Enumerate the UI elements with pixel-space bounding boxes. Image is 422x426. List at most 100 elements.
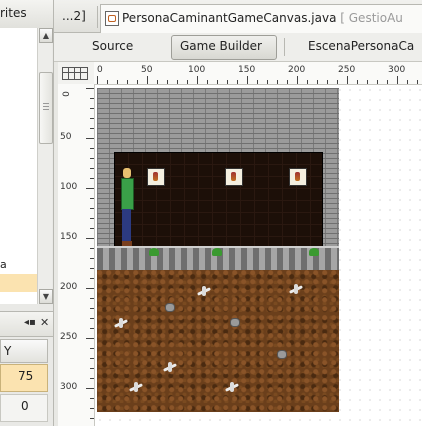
ruler-tick bbox=[317, 80, 318, 84]
game-scene[interactable] bbox=[97, 88, 339, 412]
ruler-tick bbox=[90, 258, 94, 259]
view-separator bbox=[284, 38, 285, 56]
grid-icon[interactable] bbox=[62, 67, 88, 80]
torch-sign bbox=[225, 168, 243, 186]
character-legs bbox=[122, 209, 132, 246]
bone-sprite bbox=[114, 318, 128, 328]
tab-previous[interactable]: ...2] bbox=[56, 0, 96, 32]
chevron-up-icon[interactable]: ▲ bbox=[39, 28, 53, 43]
ruler-label: 0 bbox=[97, 65, 103, 75]
ruler-tick bbox=[90, 98, 94, 99]
ruler-tick bbox=[197, 76, 198, 84]
favorites-header[interactable]: rites bbox=[0, 0, 53, 29]
ruler-tick bbox=[117, 80, 118, 84]
ruler-tick bbox=[127, 80, 128, 84]
chevron-down-icon[interactable]: ▼ bbox=[39, 289, 53, 304]
scene-view-button[interactable]: EscenaPersonaCa bbox=[300, 33, 422, 60]
plant-sprite bbox=[309, 248, 319, 256]
horizontal-ruler: 0 50 100 150 200 250 300 bbox=[94, 62, 422, 85]
bone-sprite bbox=[163, 362, 177, 372]
bone-sprite bbox=[129, 382, 143, 392]
ruler-tick bbox=[86, 388, 94, 389]
ruler-tick bbox=[86, 338, 94, 339]
character-body bbox=[121, 178, 134, 210]
game-builder-label: Game Builder bbox=[180, 39, 262, 53]
tab-project-name: [ GestioAu bbox=[340, 11, 403, 25]
ruler-tick bbox=[90, 298, 94, 299]
tab-file-name: PersonaCaminantGameCanvas.java bbox=[122, 11, 337, 25]
ruler-tick bbox=[90, 198, 94, 199]
properties-header: ◂▪ ✕ bbox=[0, 311, 53, 337]
tab-active-file[interactable]: PersonaCaminantGameCanvas.java [ GestioA… bbox=[100, 4, 422, 33]
ruler-tick bbox=[137, 80, 138, 84]
favorites-scrollbar[interactable]: ▲ ▼ bbox=[37, 28, 53, 304]
ruler-tick bbox=[90, 128, 94, 129]
ruler-tick bbox=[297, 76, 298, 84]
ruler-tick bbox=[90, 168, 94, 169]
torch-sign bbox=[147, 168, 165, 186]
torch-sign bbox=[289, 168, 307, 186]
plant-sprite bbox=[212, 248, 222, 256]
ruler-tick bbox=[90, 228, 94, 229]
ruler-label: 50 bbox=[141, 65, 153, 75]
property-value-cell[interactable]: 75 bbox=[0, 364, 48, 392]
ruler-tick bbox=[367, 80, 368, 84]
ruler-tick bbox=[147, 76, 148, 84]
ruler-label: 200 bbox=[60, 282, 78, 292]
ruler-tick bbox=[90, 208, 94, 209]
room-interior bbox=[114, 152, 323, 248]
scrollbar-thumb[interactable] bbox=[39, 72, 53, 144]
favorites-selected-row[interactable] bbox=[0, 274, 37, 292]
walking-character-sprite[interactable] bbox=[119, 168, 135, 246]
ruler-tick bbox=[157, 80, 158, 84]
ruler-tick bbox=[90, 108, 94, 109]
java-file-icon bbox=[105, 11, 119, 26]
ruler-tick bbox=[347, 76, 348, 84]
ruler-tick bbox=[90, 158, 94, 159]
ruler-tick bbox=[307, 80, 308, 84]
ruler-label: 250 bbox=[60, 332, 78, 342]
ruler-tick bbox=[86, 138, 94, 139]
ruler-tick bbox=[90, 358, 94, 359]
ruler-tick bbox=[90, 268, 94, 269]
ruler-tick bbox=[177, 80, 178, 84]
ruler-tick bbox=[257, 80, 258, 84]
ruler-tick bbox=[387, 80, 388, 84]
ruler-tick bbox=[277, 80, 278, 84]
ruler-tick bbox=[357, 80, 358, 84]
ruler-label: 250 bbox=[338, 65, 356, 75]
property-value-cell[interactable]: 0 bbox=[0, 394, 48, 422]
ruler-tick bbox=[90, 368, 94, 369]
close-icon[interactable]: ✕ bbox=[40, 316, 49, 329]
bone-sprite bbox=[197, 286, 211, 296]
ruler-tick bbox=[90, 408, 94, 409]
ruler-tick bbox=[217, 80, 218, 84]
game-builder-button[interactable]: Game Builder bbox=[171, 35, 277, 60]
ruler-tick bbox=[337, 80, 338, 84]
ruler-tick bbox=[90, 148, 94, 149]
ruler-tick bbox=[287, 80, 288, 84]
ruler-label: 150 bbox=[238, 65, 256, 75]
column-header-label: Y bbox=[4, 344, 12, 358]
ruler-label: 300 bbox=[60, 382, 78, 392]
ruler-tick bbox=[90, 378, 94, 379]
plant-sprite bbox=[149, 248, 159, 256]
properties-column-header: Y bbox=[0, 339, 48, 363]
favorites-title: rites bbox=[0, 6, 27, 20]
ruler-tick bbox=[397, 76, 398, 84]
ruler-tick bbox=[90, 218, 94, 219]
pin-icon[interactable]: ◂▪ bbox=[24, 317, 36, 328]
ruler-tick bbox=[90, 328, 94, 329]
ruler-tick bbox=[167, 80, 168, 84]
ruler-tick bbox=[247, 76, 248, 84]
ruler-tick bbox=[86, 238, 94, 239]
ruler-label: 300 bbox=[388, 65, 406, 75]
ruler-tick bbox=[90, 178, 94, 179]
ruler-tick bbox=[327, 80, 328, 84]
source-view-button[interactable]: Source bbox=[82, 33, 152, 60]
rock-sprite bbox=[230, 318, 240, 327]
ruler-tick bbox=[90, 278, 94, 279]
ruler-tick bbox=[97, 76, 98, 84]
ruler-corner bbox=[58, 62, 95, 85]
tab-separator bbox=[97, 6, 98, 28]
